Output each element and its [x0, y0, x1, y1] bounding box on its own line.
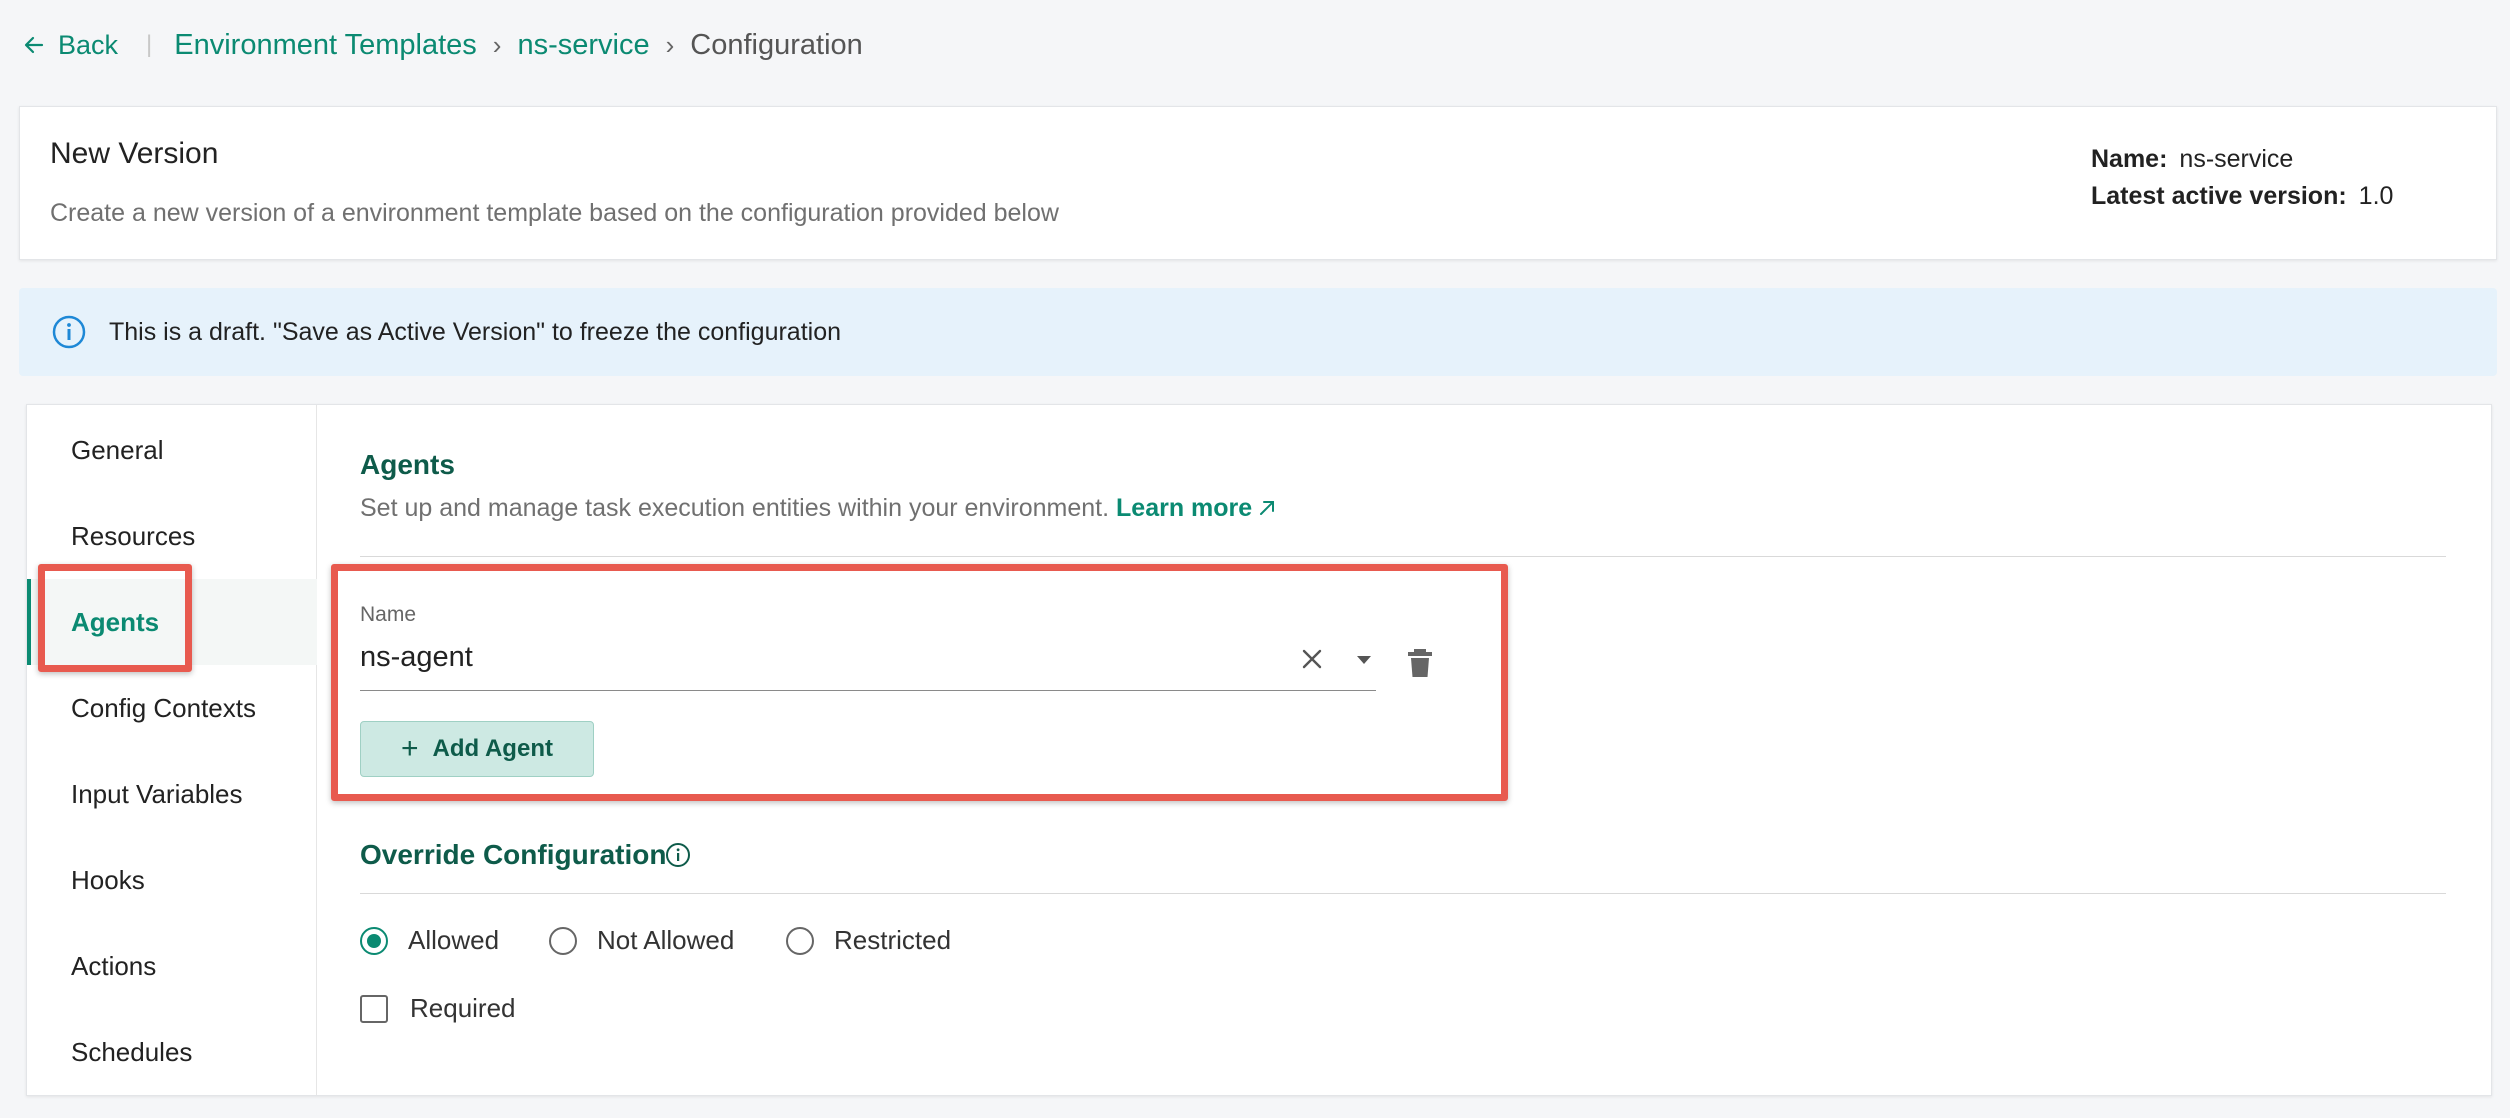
agent-name-value: ns-agent [360, 641, 473, 673]
sidebar-item-label: Agents [71, 606, 160, 637]
sidebar-item-label: Config Contexts [71, 692, 256, 723]
sidebar-item-hooks[interactable]: Hooks [27, 837, 317, 923]
radio-label: Not Allowed [597, 925, 735, 955]
breadcrumb-environment-templates[interactable]: Environment Templates [174, 29, 477, 62]
agent-name-select[interactable]: ns-agent [360, 631, 1376, 691]
back-label: Back [58, 29, 119, 60]
sidebar-item-input-variables[interactable]: Input Variables [27, 751, 317, 837]
sidebar-item-label: General [71, 434, 164, 465]
info-icon [52, 315, 86, 349]
arrow-left-icon [24, 36, 44, 54]
radio-label: Allowed [408, 925, 500, 955]
breadcrumb-ns-service[interactable]: ns-service [517, 29, 649, 62]
info-icon[interactable] [665, 842, 691, 868]
version-value: 1.0 [2358, 182, 2394, 210]
radio-label: Restricted [834, 925, 952, 955]
radio-restricted[interactable]: Restricted [786, 925, 951, 956]
name-label: Name: [2091, 145, 2168, 173]
configuration-card: General Resources Agents Config Contexts… [26, 404, 2492, 1096]
required-label: Required [410, 993, 516, 1023]
override-section-title: Override Configuration [360, 839, 667, 870]
learn-more-link[interactable]: Learn more [1116, 494, 1278, 522]
sidebar-item-label: Resources [71, 520, 196, 551]
page-description: Create a new version of a environment te… [50, 199, 1059, 227]
agents-description: Set up and manage task execution entitie… [360, 494, 1278, 523]
agents-section-title: Agents [360, 449, 455, 480]
breadcrumb-current: Configuration [690, 28, 863, 61]
radio-allowed[interactable]: Allowed [360, 925, 499, 956]
add-agent-label: Add Agent [432, 735, 553, 762]
agents-description-text: Set up and manage task execution entitie… [360, 494, 1110, 522]
config-sidebar: General Resources Agents Config Contexts… [27, 405, 317, 1095]
draft-info-banner: This is a draft. "Save as Active Version… [19, 288, 2497, 376]
breadcrumb-separator: › [665, 29, 675, 60]
back-button[interactable]: Back [22, 30, 118, 61]
sidebar-item-label: Actions [71, 950, 157, 981]
breadcrumb: Back | Environment Templates › ns-servic… [0, 0, 2510, 90]
breadcrumb-divider: | [146, 31, 153, 58]
trash-icon[interactable] [1405, 647, 1435, 679]
version-header-card: New Version Create a new version of a en… [19, 106, 2497, 260]
page-title: New Version [50, 137, 219, 170]
sidebar-item-general[interactable]: General [27, 407, 317, 493]
chevron-down-icon[interactable] [1350, 645, 1378, 673]
clear-icon[interactable] [1298, 645, 1326, 673]
sidebar-item-agents[interactable]: Agents [27, 579, 317, 665]
external-link-icon [1260, 501, 1275, 515]
section-divider [360, 893, 2446, 894]
name-value: ns-service [2179, 145, 2294, 173]
sidebar-item-label: Input Variables [71, 778, 243, 809]
radio-button-checked[interactable] [360, 926, 388, 955]
section-divider [360, 556, 2446, 557]
sidebar-item-label: Hooks [71, 864, 145, 895]
sidebar-item-actions[interactable]: Actions [27, 923, 317, 1009]
sidebar-item-label: Schedules [71, 1036, 193, 1067]
learn-more-label: Learn more [1116, 494, 1253, 522]
banner-text: This is a draft. "Save as Active Version… [109, 317, 842, 346]
plus-icon: + [401, 732, 419, 765]
agent-name-label: Name [360, 603, 417, 626]
sidebar-item-resources[interactable]: Resources [27, 493, 317, 579]
version-label: Latest active version: [2091, 182, 2347, 210]
sidebar-item-schedules[interactable]: Schedules [27, 1009, 317, 1095]
breadcrumb-separator: › [492, 29, 502, 60]
template-meta: Name: ns-service Latest active version: 1.… [2091, 141, 2393, 215]
required-checkbox[interactable] [360, 994, 388, 1023]
required-checkbox-row[interactable]: Required [360, 993, 516, 1024]
sidebar-item-config-contexts[interactable]: Config Contexts [27, 665, 317, 751]
radio-button[interactable] [786, 926, 814, 955]
radio-button[interactable] [549, 926, 577, 955]
radio-not-allowed[interactable]: Not Allowed [549, 925, 734, 956]
add-agent-button[interactable]: + Add Agent [360, 721, 594, 777]
